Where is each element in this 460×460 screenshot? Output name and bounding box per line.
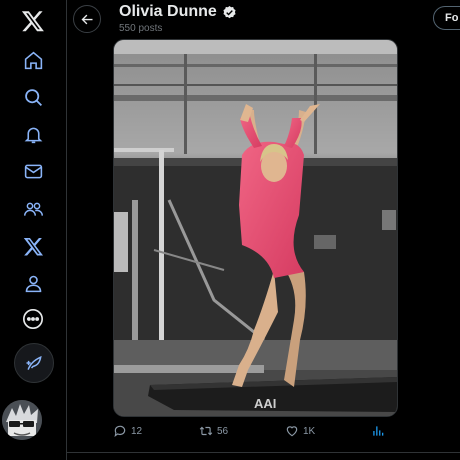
- nav-notifications[interactable]: [13, 114, 53, 154]
- follow-button[interactable]: Fo: [433, 6, 460, 30]
- arrow-left-icon: [81, 14, 92, 24]
- bell-icon: [24, 127, 42, 143]
- nav-messages[interactable]: [13, 151, 53, 191]
- search-icon: [24, 88, 42, 106]
- nav-more[interactable]: [13, 299, 53, 339]
- mat-logo: AAI: [254, 396, 276, 411]
- heart-icon: [286, 426, 298, 437]
- nav-communities[interactable]: [13, 189, 53, 229]
- compose-post-button[interactable]: [14, 343, 54, 383]
- nav-premium[interactable]: [13, 226, 53, 266]
- premium-x-icon: [23, 237, 43, 256]
- like-count: 1K: [303, 425, 316, 437]
- avatar-image: [2, 400, 42, 440]
- views-button[interactable]: [371, 424, 385, 438]
- reply-icon: [114, 425, 126, 438]
- compose-post-icon: [26, 355, 42, 370]
- like-button[interactable]: 1K: [285, 424, 315, 438]
- mail-icon: [24, 164, 42, 178]
- verified-badge-icon: [223, 5, 236, 18]
- repost-icon: [199, 426, 213, 436]
- profile-name[interactable]: Olivia Dunne: [119, 3, 237, 21]
- post-media[interactable]: AAI: [113, 39, 398, 417]
- nav-explore[interactable]: [13, 77, 53, 117]
- x-logo-button[interactable]: [12, 0, 54, 42]
- communities-icon: [23, 202, 43, 216]
- more-icon: [23, 309, 43, 329]
- nav-home[interactable]: [13, 40, 53, 80]
- repost-count: 56: [217, 425, 229, 437]
- posts-count: 550 posts: [119, 23, 163, 34]
- side-nav: [0, 0, 67, 460]
- divider: [66, 452, 460, 453]
- gymnast-photo: AAI: [114, 40, 397, 416]
- repost-button[interactable]: 56: [199, 424, 228, 438]
- x-logo-icon: [21, 11, 44, 32]
- reply-button[interactable]: 12: [113, 424, 142, 438]
- post-actions: 12 56 1K: [113, 424, 396, 442]
- back-button[interactable]: [73, 5, 101, 33]
- profile-name-text: Olivia Dunne: [119, 3, 217, 20]
- account-avatar[interactable]: [2, 400, 42, 440]
- analytics-icon: [373, 426, 384, 436]
- reply-count: 12: [131, 425, 143, 437]
- nav-profile[interactable]: [13, 263, 53, 303]
- home-icon: [24, 51, 42, 69]
- profile-icon: [25, 275, 41, 292]
